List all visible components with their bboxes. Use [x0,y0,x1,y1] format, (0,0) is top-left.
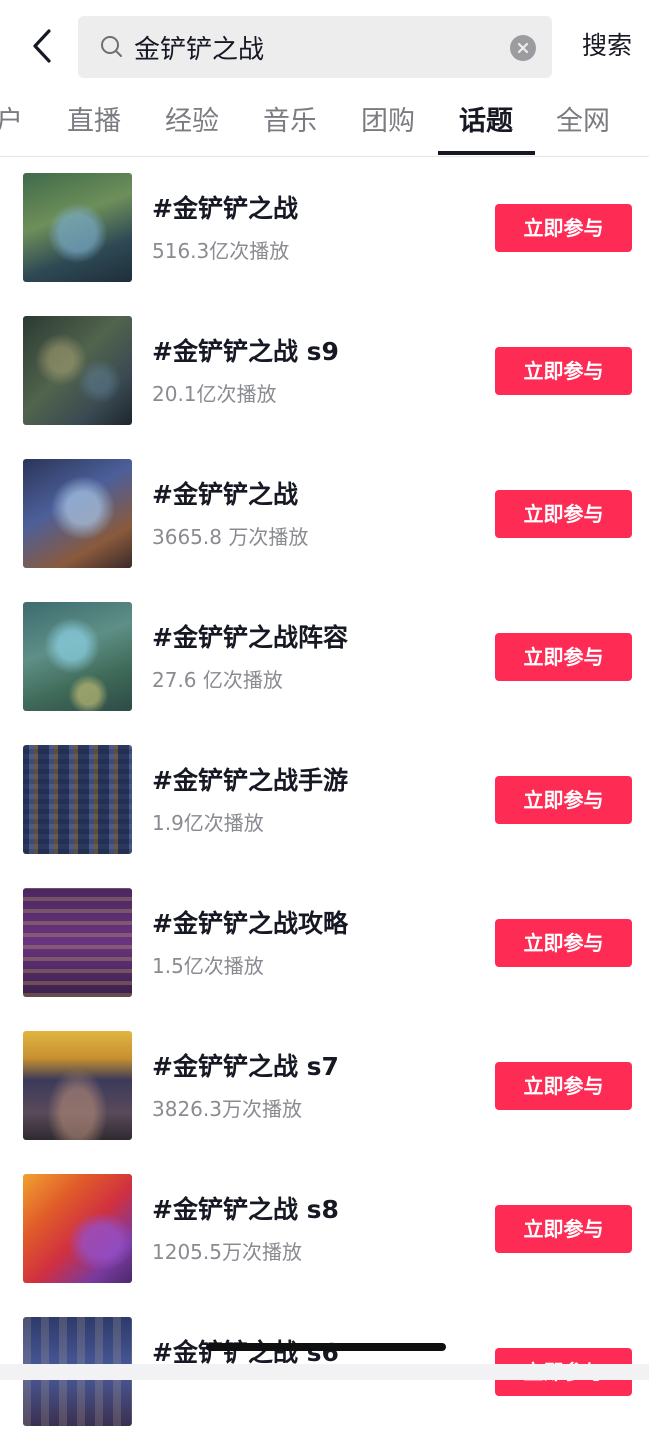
topic-views: 1205.5万次播放 [152,1240,302,1264]
topic-views: 3665.8 万次播放 [152,525,309,549]
topic-views: 1.5亿次播放 [152,954,264,978]
list-item[interactable]: #金铲铲之战阵容 27.6 亿次播放 立即参与 [0,586,649,729]
topic-views: 27.6 亿次播放 [152,668,283,692]
topic-thumbnail [23,745,132,854]
topic-title: #金铲铲之战 s9 [152,337,339,366]
bottom-edge [0,1364,649,1380]
topic-title: #金铲铲之战 [152,480,298,509]
search-header: 搜索 [0,0,649,92]
join-button[interactable]: 立即参与 [495,204,632,252]
tab-all-web[interactable]: 全网 [556,92,610,156]
topic-views: 20.1亿次播放 [152,382,277,406]
tab-experience[interactable]: 经验 [165,92,219,156]
tab-group-buy[interactable]: 团购 [361,92,415,156]
list-item[interactable]: #金铲铲之战 s9 20.1亿次播放 立即参与 [0,300,649,443]
join-button[interactable]: 立即参与 [495,347,632,395]
list-item[interactable]: #金铲铲之战 s8 1205.5万次播放 立即参与 [0,1158,649,1301]
join-button[interactable]: 立即参与 [495,490,632,538]
topic-thumbnail [23,459,132,568]
search-input[interactable] [134,16,494,78]
tab-topics[interactable]: 话题 [459,92,513,156]
home-indicator [206,1343,446,1351]
topic-views: 1.9亿次播放 [152,811,264,835]
list-item[interactable]: #金铲铲之战攻略 1.5亿次播放 立即参与 [0,872,649,1015]
join-button[interactable]: 立即参与 [495,776,632,824]
topic-thumbnail [23,888,132,997]
topic-thumbnail [23,1031,132,1140]
category-tabs: 户 直播 经验 音乐 团购 话题 全网 [0,92,649,157]
join-button[interactable]: 立即参与 [495,633,632,681]
topic-title: #金铲铲之战攻略 [152,909,348,938]
join-button[interactable]: 立即参与 [495,919,632,967]
tab-live[interactable]: 直播 [67,92,121,156]
topic-thumbnail [23,316,132,425]
search-icon [101,36,122,57]
search-box[interactable] [78,16,552,78]
topic-title: #金铲铲之战手游 [152,766,348,795]
list-item[interactable]: #金铲铲之战 s7 3826.3万次播放 立即参与 [0,1015,649,1158]
topic-title: #金铲铲之战 [152,194,298,223]
topic-title: #金铲铲之战 s7 [152,1052,339,1081]
clear-icon[interactable] [510,35,536,61]
join-button[interactable]: 立即参与 [495,1062,632,1110]
search-button[interactable]: 搜索 [572,20,642,72]
tab-music[interactable]: 音乐 [263,92,317,156]
topic-title: #金铲铲之战阵容 [152,623,348,652]
tab-user[interactable]: 户 [0,92,23,156]
back-button[interactable] [22,22,62,70]
list-item[interactable]: #金铲铲之战手游 1.9亿次播放 立即参与 [0,729,649,872]
topic-thumbnail [23,173,132,282]
chevron-left-icon [33,29,51,63]
topic-views: 516.3亿次播放 [152,239,290,263]
topic-thumbnail [23,602,132,711]
join-button[interactable]: 立即参与 [495,1205,632,1253]
topic-title: #金铲铲之战 s8 [152,1195,339,1224]
active-tab-indicator [438,151,535,155]
topic-thumbnail [23,1174,132,1283]
topic-views: 3826.3万次播放 [152,1097,302,1121]
list-item[interactable]: #金铲铲之战 516.3亿次播放 立即参与 [0,157,649,300]
list-item[interactable]: #金铲铲之战 3665.8 万次播放 立即参与 [0,443,649,586]
